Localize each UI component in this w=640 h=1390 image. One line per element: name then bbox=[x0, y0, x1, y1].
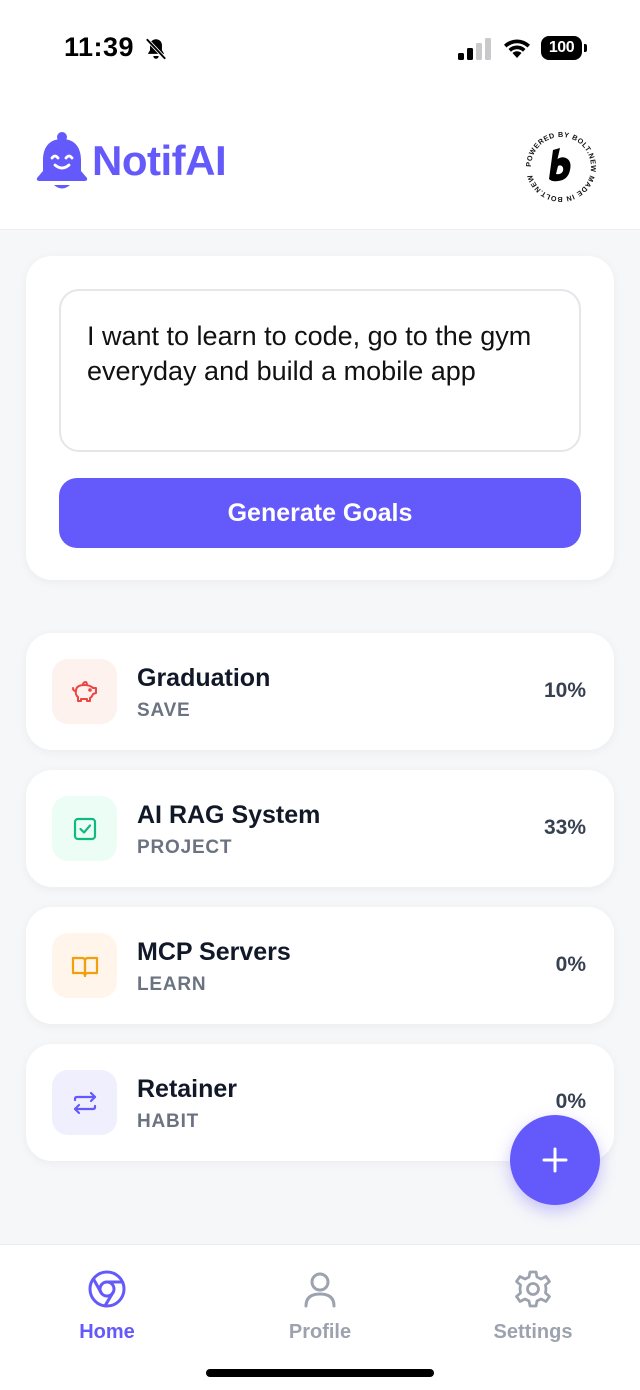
nav-item-profile[interactable]: Profile bbox=[250, 1269, 390, 1349]
user-icon bbox=[304, 1272, 336, 1308]
goal-progress: 0% bbox=[555, 953, 586, 976]
goal-card-mcp-servers[interactable]: MCP Servers LEARN 0% bbox=[26, 907, 614, 1024]
generate-goals-button[interactable]: Generate Goals bbox=[59, 478, 581, 548]
gear-icon bbox=[515, 1270, 551, 1308]
top-header-area: 11:39 100 NotifAI POWERED BY BOLT.NEW MA… bbox=[0, 0, 640, 230]
goal-title: AI RAG System bbox=[137, 801, 321, 829]
goal-title: Graduation bbox=[137, 664, 271, 692]
repeat-arrows-icon bbox=[73, 1091, 96, 1114]
book-icon bbox=[71, 956, 98, 977]
bolt-new-badge-icon[interactable]: POWERED BY BOLT.NEW MADE IN BOLT.NEW bbox=[522, 128, 600, 206]
goal-category: HABIT bbox=[137, 1111, 200, 1132]
add-goal-button[interactable] bbox=[510, 1115, 600, 1205]
chrome-icon bbox=[88, 1270, 126, 1308]
goal-card-ai-rag-system[interactable]: AI RAG System PROJECT 33% bbox=[26, 770, 614, 887]
plus-icon bbox=[542, 1147, 568, 1173]
goal-icon-box bbox=[52, 1070, 117, 1135]
smiling-bell-icon bbox=[36, 132, 88, 189]
nav-item-settings[interactable]: Settings bbox=[463, 1269, 603, 1349]
nav-label: Settings bbox=[493, 1321, 573, 1343]
goal-progress: 10% bbox=[543, 679, 586, 702]
goal-icon-box bbox=[52, 659, 117, 724]
nav-item-home[interactable]: Home bbox=[37, 1269, 177, 1349]
checkbox-icon bbox=[73, 817, 96, 840]
goal-category: PROJECT bbox=[137, 837, 233, 858]
goal-progress: 33% bbox=[543, 816, 586, 839]
status-bar: 11:39 100 bbox=[0, 0, 640, 96]
app-logo: NotifAI bbox=[34, 130, 227, 192]
goal-progress: 0% bbox=[555, 1090, 586, 1113]
goal-category: SAVE bbox=[137, 700, 191, 721]
goal-icon-box bbox=[52, 796, 117, 861]
signal-icon bbox=[458, 38, 491, 60]
battery-level: 100 bbox=[548, 39, 575, 56]
nav-label: Profile bbox=[288, 1321, 352, 1343]
nav-label: Home bbox=[79, 1321, 135, 1343]
battery-icon: 100 bbox=[541, 36, 587, 60]
goal-title: Retainer bbox=[137, 1075, 238, 1103]
goal-icon-box bbox=[52, 933, 117, 998]
wifi-icon bbox=[504, 39, 530, 58]
svg-text:POWERED BY BOLT.NEW MADE IN BO: POWERED BY BOLT.NEW MADE IN BOLT.NEW bbox=[524, 130, 598, 204]
goal-description-input[interactable]: I want to learn to code, go to the gym e… bbox=[59, 289, 581, 452]
bell-slash-icon bbox=[145, 38, 167, 60]
goal-input-card: I want to learn to code, go to the gym e… bbox=[26, 256, 614, 580]
goal-title: MCP Servers bbox=[137, 938, 291, 966]
goal-category: LEARN bbox=[137, 974, 207, 995]
app-name: NotifAI bbox=[92, 137, 227, 184]
goal-card-graduation[interactable]: Graduation SAVE 10% bbox=[26, 633, 614, 750]
status-time: 11:39 bbox=[64, 32, 135, 62]
home-indicator[interactable] bbox=[206, 1369, 434, 1377]
piggy-bank-icon bbox=[71, 680, 97, 702]
